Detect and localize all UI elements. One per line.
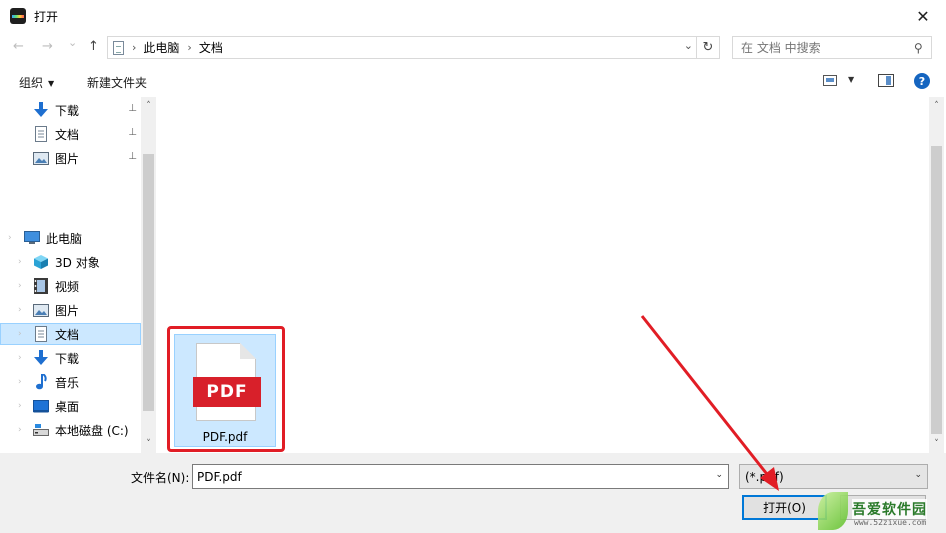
back-arrow-icon[interactable]: ← bbox=[13, 39, 24, 54]
scroll-down-arrow-icon[interactable]: ˅ bbox=[929, 436, 944, 452]
chevron-right-icon[interactable]: › bbox=[132, 41, 136, 54]
picture-icon bbox=[33, 302, 49, 318]
expand-icon[interactable]: › bbox=[18, 305, 22, 315]
caret-down-icon[interactable]: ▼ bbox=[848, 75, 854, 84]
filename-combobox[interactable]: ⌄ bbox=[192, 464, 729, 489]
app-icon bbox=[10, 8, 26, 24]
preview-pane-icon[interactable] bbox=[878, 74, 894, 87]
expand-icon[interactable]: › bbox=[18, 281, 22, 291]
pin-icon[interactable]: ⊥ bbox=[128, 151, 137, 162]
help-icon[interactable]: ? bbox=[914, 73, 930, 89]
nav-item-downloads[interactable]: › 下载 bbox=[0, 347, 141, 369]
filename-input[interactable] bbox=[197, 469, 697, 484]
chevron-down-icon[interactable]: ⌄ bbox=[715, 470, 723, 480]
content-scrollbar[interactable]: ˄ ˅ bbox=[929, 97, 944, 453]
leaf-icon bbox=[818, 492, 848, 530]
expand-icon[interactable]: › bbox=[18, 353, 22, 363]
nav-item-documents[interactable]: › 文档 bbox=[0, 323, 141, 345]
expand-icon[interactable]: › bbox=[18, 401, 22, 411]
video-icon bbox=[33, 278, 49, 294]
recent-locations-icon[interactable]: ⌄ bbox=[68, 36, 77, 49]
view-mode-icon[interactable] bbox=[823, 75, 837, 86]
breadcrumb-documents[interactable]: 文档 bbox=[199, 39, 223, 56]
expand-icon[interactable]: › bbox=[8, 233, 12, 243]
refresh-icon[interactable]: ↻ bbox=[697, 36, 720, 59]
window-title: 打开 bbox=[34, 9, 59, 24]
breadcrumb-this-pc[interactable]: 此电脑 bbox=[143, 39, 179, 56]
organize-label: 组织 bbox=[19, 76, 44, 90]
scroll-up-arrow-icon[interactable]: ˄ bbox=[141, 98, 156, 114]
close-icon[interactable]: ✕ bbox=[900, 0, 946, 32]
nav-item-label: 此电脑 bbox=[46, 231, 83, 246]
title-bar: 打开 ✕ bbox=[0, 0, 946, 32]
nav-item-desktop[interactable]: › 桌面 bbox=[0, 395, 141, 417]
drive-icon bbox=[33, 422, 49, 438]
scroll-down-arrow-icon[interactable]: ˅ bbox=[141, 436, 156, 452]
computer-icon bbox=[24, 230, 40, 246]
watermark-logo: 吾爱软件园 www.52zixue.com bbox=[818, 470, 946, 533]
navigation-pane: 下载 ⊥ 文档 ⊥ 图片 ⊥ › 此电脑 › 3D 对象 › 视频 › 图片 ›… bbox=[0, 97, 157, 453]
breadcrumb[interactable]: › 此电脑 › 文档 ⌄ bbox=[107, 36, 697, 59]
nav-item-label: 桌面 bbox=[55, 399, 80, 414]
nav-item-3d-objects[interactable]: › 3D 对象 bbox=[0, 251, 141, 273]
nav-item-music[interactable]: › 音乐 bbox=[0, 371, 141, 393]
caret-down-icon: ▼ bbox=[48, 79, 55, 88]
file-list[interactable]: PDF PDF.pdf ˄ ˅ bbox=[157, 97, 944, 453]
document-icon bbox=[33, 326, 49, 342]
nav-item-label: 视频 bbox=[55, 279, 80, 294]
pin-icon[interactable]: ⊥ bbox=[128, 103, 137, 114]
3d-objects-icon bbox=[33, 254, 49, 270]
nav-item-label: 文档 bbox=[55, 327, 80, 342]
search-input[interactable] bbox=[741, 40, 901, 55]
nav-item-this-pc[interactable]: › 此电脑 bbox=[0, 227, 141, 249]
pin-icon[interactable]: ⊥ bbox=[128, 127, 137, 138]
search-icon[interactable]: ⚲ bbox=[914, 41, 923, 55]
watermark-text: 吾爱软件园 bbox=[852, 499, 927, 519]
address-bar: ← → ⌄ ↑ › 此电脑 › 文档 ⌄ ↻ ⚲ bbox=[0, 33, 946, 61]
nav-item-quick-documents[interactable]: 文档 ⊥ bbox=[0, 123, 141, 145]
scrollbar-thumb[interactable] bbox=[931, 146, 942, 434]
search-box[interactable]: ⚲ bbox=[732, 36, 932, 59]
document-icon bbox=[33, 126, 49, 142]
nav-item-local-disk[interactable]: › 本地磁盘 (C:) bbox=[0, 419, 141, 441]
nav-item-label: 本地磁盘 (C:) bbox=[55, 423, 129, 438]
forward-arrow-icon[interactable]: → bbox=[42, 39, 53, 54]
download-icon bbox=[33, 102, 49, 118]
nav-scrollbar[interactable]: ˄ ˅ bbox=[141, 97, 156, 453]
scroll-up-arrow-icon[interactable]: ˄ bbox=[929, 98, 944, 114]
nav-item-label: 图片 bbox=[55, 151, 80, 166]
nav-item-videos[interactable]: › 视频 bbox=[0, 275, 141, 297]
filename-label: 文件名(N): bbox=[131, 471, 190, 485]
new-folder-button[interactable]: 新建文件夹 bbox=[87, 74, 147, 91]
filetype-value: (*.pdf) bbox=[745, 469, 784, 484]
chevron-right-icon[interactable]: › bbox=[187, 41, 191, 54]
music-icon bbox=[33, 374, 49, 390]
nav-item-label: 下载 bbox=[55, 103, 80, 118]
highlight-box bbox=[167, 326, 285, 452]
document-icon bbox=[113, 40, 124, 55]
bottom-panel: 文件名(N): ⌄ (*.pdf) ⌄ 打开(O) bbox=[0, 453, 946, 533]
nav-item-label: 3D 对象 bbox=[55, 255, 100, 270]
organize-button[interactable]: 组织 ▼ bbox=[19, 74, 54, 91]
picture-icon bbox=[33, 150, 49, 166]
nav-item-label: 音乐 bbox=[55, 375, 80, 390]
expand-icon[interactable]: › bbox=[18, 425, 22, 435]
nav-item-quick-pictures[interactable]: 图片 ⊥ bbox=[0, 147, 141, 169]
scrollbar-thumb[interactable] bbox=[143, 154, 154, 411]
nav-item-quick-downloads[interactable]: 下载 ⊥ bbox=[0, 99, 141, 121]
watermark-url: www.52zixue.com bbox=[854, 518, 927, 527]
expand-icon[interactable]: › bbox=[18, 257, 22, 267]
up-arrow-icon[interactable]: ↑ bbox=[88, 39, 99, 54]
expand-icon[interactable]: › bbox=[18, 329, 22, 339]
nav-item-label: 下载 bbox=[55, 351, 80, 366]
command-bar: 组织 ▼ 新建文件夹 ▼ ? bbox=[0, 66, 946, 96]
desktop-icon bbox=[33, 398, 49, 414]
expand-icon[interactable]: › bbox=[18, 377, 22, 387]
chevron-down-icon[interactable]: ⌄ bbox=[684, 39, 693, 52]
nav-item-label: 文档 bbox=[55, 127, 80, 142]
download-icon bbox=[33, 350, 49, 366]
open-button[interactable]: 打开(O) bbox=[742, 495, 827, 520]
nav-item-pictures[interactable]: › 图片 bbox=[0, 299, 141, 321]
nav-item-label: 图片 bbox=[55, 303, 80, 318]
